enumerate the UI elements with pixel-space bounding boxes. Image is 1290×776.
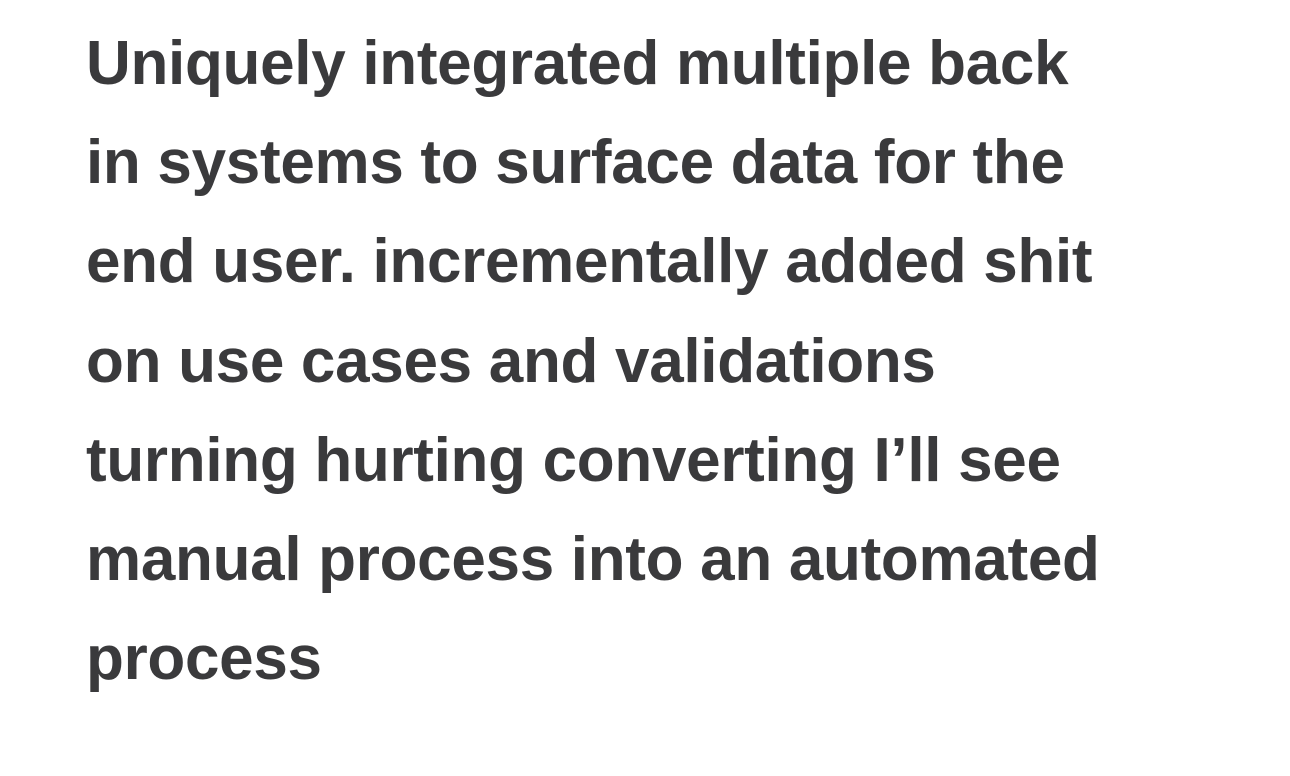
note-line-1: Uniquely integrated multiple back	[86, 29, 1069, 98]
note-line-3: end user. incrementally added shit	[86, 227, 1093, 297]
note-line-6: manual process into an automated	[86, 524, 1100, 594]
note-line-4: on use cases and validations	[86, 326, 936, 396]
note-body-text[interactable]: Uniquely integrated multiple back in sys…	[86, 14, 1266, 708]
note-line-5: turning hurting converting I’ll see	[86, 425, 1061, 495]
note-line-7: process	[86, 624, 322, 694]
note-line-2: in systems to surface data for the	[86, 128, 1065, 198]
